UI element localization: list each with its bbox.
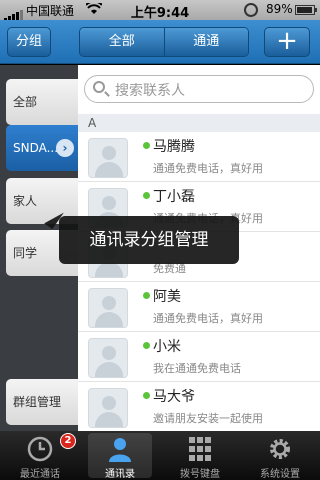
tab-bar: 2 最近通话 通讯录 拨号键盘 系统设置 (0, 431, 320, 480)
contact-row[interactable]: 阿美 通通免费电话，真好用 (78, 282, 320, 332)
search-placeholder: 搜索联系人 (115, 83, 185, 99)
sidebar-item-manage-groups[interactable]: 群组管理 (6, 379, 78, 425)
sidebar-item-label: SNDA... (13, 141, 59, 155)
tab-settings[interactable]: 系统设置 (248, 433, 312, 480)
online-status-icon (143, 342, 150, 349)
search-icon (93, 81, 105, 93)
search-input[interactable]: 搜索联系人 (84, 75, 314, 103)
tab-label: 系统设置 (260, 469, 300, 480)
contact-name: 马腾腾 (153, 139, 195, 155)
keypad-icon (189, 437, 211, 461)
contact-status: 邀请朋友安装一起使用 (153, 412, 263, 425)
contact-name: 丁小磊 (153, 189, 195, 205)
contact-name: 马大爷 (153, 389, 195, 405)
battery-icon (295, 5, 317, 15)
nav-bar: 分组 全部 通通 + (0, 20, 320, 64)
online-status-icon (143, 192, 150, 199)
contact-status: 我在通通免费电话 (153, 362, 241, 375)
sidebar-item-label: 家人 (13, 194, 38, 208)
tab-label: 拨号键盘 (180, 469, 220, 480)
chevron-right-icon[interactable]: › (56, 139, 74, 157)
tab-contacts[interactable]: 通讯录 (88, 433, 152, 480)
filter-segmented-control: 全部 通通 (79, 27, 249, 57)
tab-label: 通讯录 (105, 469, 135, 480)
sidebar-item-label: 同学 (13, 246, 38, 260)
contact-row[interactable]: 马大爷 邀请朋友安装一起使用 (78, 382, 320, 431)
tab-recent-calls[interactable]: 2 最近通话 (8, 433, 76, 480)
sidebar-item-snda[interactable]: SNDA... › (6, 125, 78, 171)
status-bar: 中国联通 上午9:44 89% (0, 0, 320, 21)
contact-row[interactable]: 马腾腾 通通免费电话，真好用 (78, 132, 320, 182)
contact-status: 通通免费电话，真好用 (153, 312, 263, 325)
contact-name: 阿美 (153, 289, 181, 305)
contact-status: 通通免费电话，真好用 (153, 162, 263, 175)
group-management-tooltip: 通讯录分组管理 (59, 216, 239, 264)
add-contact-button[interactable]: + (264, 27, 310, 57)
sidebar-item-label: 全部 (13, 95, 38, 109)
section-header: A (78, 114, 320, 132)
segment-all[interactable]: 全部 (80, 28, 164, 56)
online-status-icon (143, 142, 150, 149)
rotation-lock-icon (244, 3, 258, 17)
missed-calls-badge: 2 (60, 433, 76, 449)
online-status-icon (143, 292, 150, 299)
online-status-icon (143, 392, 150, 399)
battery-percent: 89% (266, 2, 293, 16)
avatar (88, 138, 128, 178)
sidebar-item-label: 群组管理 (13, 395, 62, 409)
contact-name: 小米 (153, 339, 181, 355)
contacts-icon (109, 438, 131, 462)
group-button[interactable]: 分组 (7, 27, 51, 57)
clock-icon (27, 436, 53, 462)
contact-row[interactable]: 小米 我在通通免费电话 (78, 332, 320, 382)
gear-icon (270, 439, 290, 459)
avatar (88, 388, 128, 428)
tab-dial-pad[interactable]: 拨号键盘 (168, 433, 232, 480)
segment-tongtong[interactable]: 通通 (163, 28, 248, 56)
sidebar-item-all[interactable]: 全部 (6, 79, 78, 125)
avatar (88, 288, 128, 328)
avatar (88, 338, 128, 378)
tab-label: 最近通话 (20, 469, 60, 480)
